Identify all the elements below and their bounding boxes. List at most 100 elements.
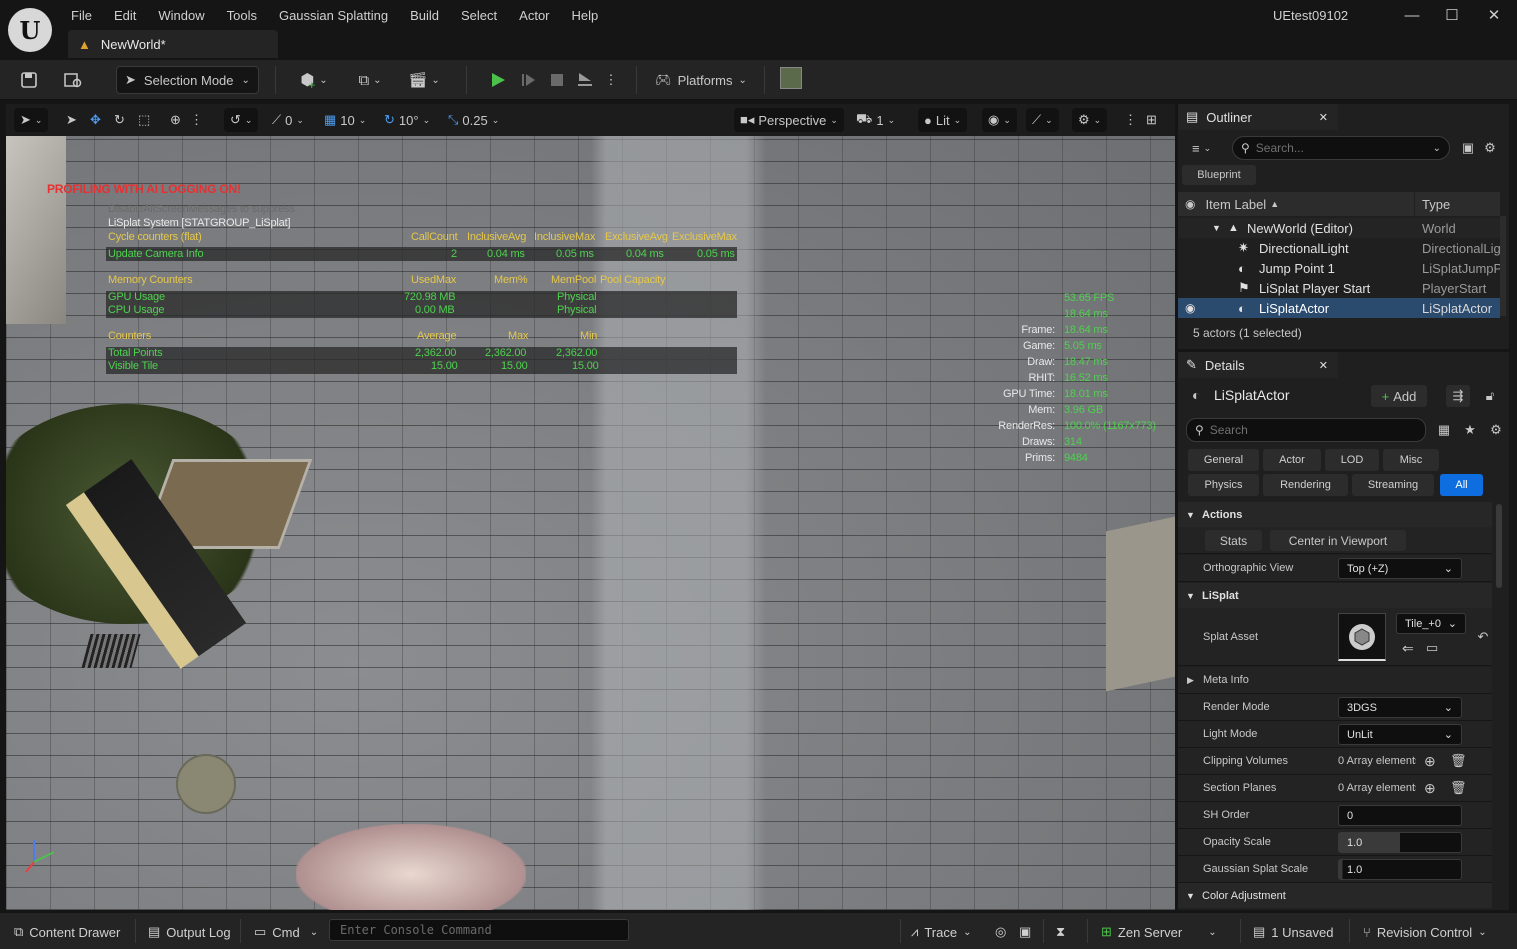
reset-icon[interactable]: ↶ <box>1476 629 1490 644</box>
document-tab[interactable]: ▲ NewWorld* <box>68 30 278 58</box>
blueprint-convert-icon[interactable]: ⇶ <box>1446 385 1470 407</box>
category-all[interactable]: All <box>1440 474 1483 496</box>
lit-dropdown[interactable]: ● Lit ⌄ <box>918 108 968 132</box>
lock-icon[interactable]: 🔓︎ <box>1480 387 1500 405</box>
zen-server-dropdown[interactable]: ⊞ Zen Server ⌄ <box>1101 921 1217 943</box>
more-options-icon[interactable]: ⋮ <box>184 108 209 132</box>
play-icon[interactable] <box>484 66 512 94</box>
section-color-adjustment[interactable]: ▼ Color Adjustment <box>1178 883 1492 908</box>
move-tool-icon[interactable]: ✥ <box>84 108 107 132</box>
revision-control-dropdown[interactable]: ⑂ Revision Control ⌄ <box>1363 921 1487 943</box>
star-icon[interactable]: ★ <box>1462 422 1478 438</box>
stats-button[interactable]: Stats <box>1205 530 1262 551</box>
trash-icon[interactable]: 🗑︎ <box>1450 780 1467 796</box>
category-rendering[interactable]: Rendering <box>1263 474 1348 496</box>
orthographic-view-dropdown[interactable]: Top (+Z) ⌄ <box>1338 558 1462 579</box>
gaussian-splat-scale-field[interactable]: 1.0 <box>1338 859 1462 880</box>
rotate-tool-icon[interactable]: ↻ <box>108 108 131 132</box>
menu-gaussian-splatting[interactable]: Gaussian Splatting <box>268 2 399 28</box>
menu-file[interactable]: File <box>60 2 103 28</box>
splat-asset-dropdown[interactable]: Tile_+0 ⌄ <box>1396 613 1466 634</box>
output-log-button[interactable]: ▤ Output Log <box>148 921 231 943</box>
sh-order-field[interactable]: 0 <box>1338 805 1462 826</box>
viewport-settings-dropdown[interactable]: ⚙ ⌄ <box>1072 108 1108 132</box>
add-actor-icon[interactable]: ⬢ + ⌄ <box>294 66 334 94</box>
filter-dropdown[interactable]: ≡ ⌄ <box>1186 136 1217 160</box>
section-lisplat[interactable]: ▼ LiSplat <box>1178 583 1492 608</box>
menu-tools[interactable]: Tools <box>216 2 268 28</box>
gear-icon[interactable]: ⚙ <box>1488 422 1504 438</box>
details-tab[interactable]: ✎ Details ✕ <box>1178 352 1338 378</box>
col-item-label[interactable]: Item Label <box>1205 197 1266 212</box>
outliner-row[interactable]: ⚑ LiSplat Player Start PlayerStart <box>1178 278 1500 298</box>
scale-snap[interactable]: ⤡ 0.25 ⌄ <box>442 108 505 132</box>
add-component-button[interactable]: + Add <box>1371 385 1427 407</box>
performance-dropdown[interactable]: ⟋ ⌄ <box>1026 108 1059 132</box>
add-element-icon[interactable]: ⊕ <box>1424 780 1436 797</box>
outliner-row-selected[interactable]: ◉ ◐ LiSplatActor LiSplatActor <box>1178 298 1500 318</box>
trash-icon[interactable]: 🗑︎ <box>1450 753 1467 769</box>
gaussian-plugin-icon[interactable] <box>780 67 802 89</box>
unsaved-button[interactable]: ▤ 1 Unsaved <box>1253 921 1333 943</box>
eject-icon[interactable] <box>572 66 598 94</box>
category-physics[interactable]: Physics <box>1188 474 1259 496</box>
menu-actor[interactable]: Actor <box>508 2 560 28</box>
content-drawer-button[interactable]: ⧉ Content Drawer <box>14 921 120 943</box>
asset-thumbnail[interactable] <box>1338 613 1386 661</box>
category-general[interactable]: General <box>1188 449 1259 471</box>
actor-name[interactable]: LiSplatActor <box>1214 387 1289 403</box>
outliner-row[interactable]: ◐ Jump Point 1 LiSplatJumpPoint <box>1178 258 1500 278</box>
col-type[interactable]: Type <box>1422 197 1450 212</box>
unreal-logo-icon[interactable]: U <box>8 8 52 52</box>
console-input[interactable]: Enter Console Command <box>329 919 629 941</box>
add-folder-icon[interactable]: ▣ <box>1460 140 1476 156</box>
close-window-icon[interactable]: ✕ <box>1482 4 1506 26</box>
cmd-dropdown[interactable]: ▭ Cmd ⌄ <box>254 921 318 943</box>
use-selected-icon[interactable]: ⇐ <box>1402 640 1414 657</box>
section-actions[interactable]: ▼ Actions <box>1178 502 1492 527</box>
light-mode-dropdown[interactable]: UnLit ⌄ <box>1338 724 1462 745</box>
outliner-row[interactable]: ✷ DirectionalLight DirectionalLight <box>1178 238 1500 258</box>
category-misc[interactable]: Misc <box>1383 449 1439 471</box>
table-view-icon[interactable]: ▦ <box>1436 422 1452 438</box>
outliner-scrollbar[interactable] <box>1500 216 1506 316</box>
collapse-icon[interactable]: ▼ <box>1212 223 1221 233</box>
outliner-row[interactable]: ▼ ▲ NewWorld (Editor) World <box>1178 218 1500 238</box>
outliner-tab[interactable]: ▤ Outliner ✕ <box>1178 104 1338 130</box>
step-icon[interactable] <box>516 66 542 94</box>
cinematics-icon[interactable]: 🎬︎ ⌄ <box>404 66 444 94</box>
menu-build[interactable]: Build <box>399 2 450 28</box>
menu-help[interactable]: Help <box>561 2 610 28</box>
menu-window[interactable]: Window <box>147 2 215 28</box>
select-tool-icon[interactable]: ➤ <box>60 108 83 132</box>
close-icon[interactable]: ✕ <box>1319 359 1328 372</box>
outliner-search-input[interactable]: ⚲ Search... ⌄ <box>1232 136 1450 160</box>
platforms-dropdown[interactable]: 🎮︎ Platforms ⌄ <box>652 66 750 94</box>
browse-icon[interactable] <box>60 66 86 94</box>
details-scrollbar[interactable] <box>1496 504 1502 588</box>
gear-icon[interactable]: ⚙ <box>1482 140 1498 156</box>
blueprint-icon[interactable]: ⧉ ⌄ <box>350 66 390 94</box>
opacity-scale-slider[interactable]: 1.0 <box>1338 832 1462 853</box>
show-flags-dropdown[interactable]: ◉ ⌄ <box>982 108 1017 132</box>
save-icon[interactable] <box>16 66 42 94</box>
play-options-icon[interactable]: ⋮ <box>603 66 619 94</box>
minimize-icon[interactable]: — <box>1400 4 1424 26</box>
stop-icon[interactable] <box>544 66 570 94</box>
center-in-viewport-button[interactable]: Center in Viewport <box>1270 530 1406 551</box>
screenshot-icon[interactable]: ▣ <box>1019 921 1031 943</box>
layout-icon[interactable]: ⊞ <box>1140 108 1163 132</box>
browse-asset-icon[interactable]: ▭ <box>1426 640 1438 656</box>
menu-edit[interactable]: Edit <box>103 2 147 28</box>
maximize-icon[interactable]: ☐ <box>1440 4 1464 26</box>
rotation-snap[interactable]: ↻ 10° ⌄ <box>378 108 436 132</box>
render-mode-dropdown[interactable]: 3DGS ⌄ <box>1338 697 1462 718</box>
close-icon[interactable]: ✕ <box>1319 111 1328 124</box>
visibility-icon[interactable]: ◉ <box>1185 301 1195 315</box>
trace-dropdown[interactable]: ⩘ Trace ⌄ <box>911 921 971 943</box>
category-streaming[interactable]: Streaming <box>1352 474 1434 496</box>
perspective-dropdown[interactable]: ■◂ Perspective ⌄ <box>734 108 844 132</box>
details-search-input[interactable]: ⚲ Search <box>1186 418 1426 442</box>
angle-snap[interactable]: ⟋ 0 ⌄ <box>266 108 310 132</box>
blueprint-filter-chip[interactable]: Blueprint <box>1182 165 1256 185</box>
